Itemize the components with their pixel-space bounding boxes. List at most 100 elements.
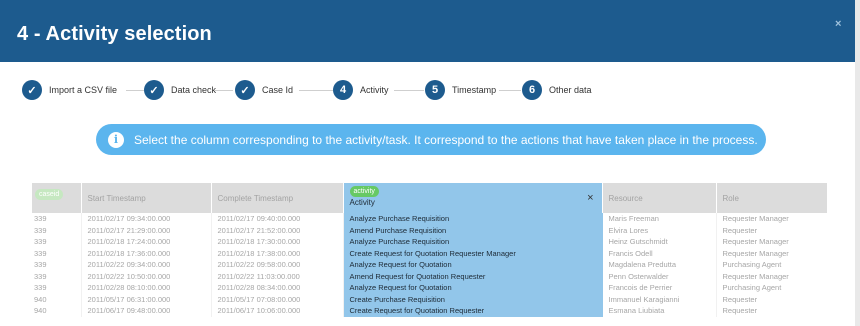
table-row: 339 2011/02/18 17:24:00.000 2011/02/18 17:… [32,236,827,248]
step-connector [299,90,333,91]
table-cell: 2011/02/22 10:50:00.000 [81,270,212,282]
activity-selection-modal: 4 - Activity selection × ✓ Import a CSV … [0,0,855,326]
close-icon[interactable]: × [835,18,841,30]
step-label: Activity [360,85,389,95]
step-case-id[interactable]: ✓ Case Id [235,80,293,100]
caseid-tag: caseid [35,189,64,200]
table-cell: 2011/06/17 09:48:00.000 [81,305,212,317]
info-icon: i [108,131,124,148]
table-cell: Analyze Request for Quotation [343,259,603,271]
table-cell: 339 [32,213,82,225]
step-timestamp[interactable]: 5 Timestamp [425,80,496,100]
table-row: 339 2011/02/17 09:34:00.000 2011/02/17 09:… [32,213,827,225]
column-header-caseid[interactable]: caseid [32,183,82,213]
step-label: Import a CSV file [49,85,118,95]
step-other-data[interactable]: 6 Other data [522,80,592,100]
remove-selection-icon[interactable]: × [587,192,593,204]
check-icon: ✓ [144,80,164,100]
column-header-activity[interactable]: activity Activity × [343,183,603,213]
table-cell: 339 [32,259,82,271]
activity-header-content: activity Activity [349,186,379,207]
table-cell: Amend Request for Quotation Requester [343,270,603,282]
table-cell: Requester Manager [716,247,827,259]
table-cell: 2011/02/18 17:24:00.000 [81,236,212,248]
activity-column-name: Activity [349,198,375,207]
table-cell: Requester Manager [716,236,827,248]
table-cell: Francis Odell [602,247,717,259]
table-cell: 2011/02/18 17:38:00.000 [211,247,344,259]
table-row: 339 2011/02/17 21:29:00.000 2011/02/17 21:… [32,224,827,236]
table-cell: 2011/02/17 09:34:00.000 [81,213,212,225]
step-data-check[interactable]: ✓ Data check [144,80,216,100]
step-activity[interactable]: 4 Activity [333,80,389,100]
table-cell: Analyze Purchase Requisition [343,236,603,248]
column-header-resource[interactable]: Resource [602,183,717,213]
table-cell: Requester [716,305,827,317]
table-row: 339 2011/02/22 10:50:00.000 2011/02/22 11:… [32,270,827,282]
table-cell: 2011/02/17 09:40:00.000 [211,213,344,225]
table-cell: 2011/02/28 08:34:00.000 [211,282,344,294]
table-cell: Create Purchase Requisition [343,293,603,305]
table-cell: 2011/02/22 11:03:00.000 [211,270,344,282]
table-cell: 339 [32,270,82,282]
table-cell: Francois de Perrier [602,282,717,294]
table-cell: 339 [32,282,82,294]
csv-preview-table: caseid Start Timestamp Complete Timestam… [32,183,827,326]
check-icon: ✓ [235,80,255,100]
step-connector [394,90,424,91]
step-label: Other data [549,85,592,95]
table-cell: 2011/05/17 06:31:00.000 [81,293,212,305]
instruction-text: Select the column corresponding to the a… [134,132,758,147]
table-cell: Purchasing Agent [716,282,827,294]
table-cell: 2011/02/22 09:58:00.000 [211,259,344,271]
column-header-complete-timestamp[interactable]: Complete Timestamp [211,183,344,213]
step-label: Case Id [262,85,294,95]
column-header-role[interactable]: Role [716,183,827,213]
table-row: 940 2011/06/17 09:48:00.000 2011/06/17 10:… [32,305,827,317]
step-number-badge: 6 [522,80,542,100]
table-cell: Create Request for Quotation Requester [343,305,603,317]
table-cell: 2011/05/17 07:08:00.000 [211,293,344,305]
step-connector [126,90,144,91]
table-cell: Elvira Lores [602,224,717,236]
wizard-stepper: ✓ Import a CSV file ✓ Data check ✓ Case … [22,80,622,100]
activity-tag: activity [349,186,379,197]
instruction-banner: i Select the column corresponding to the… [96,124,766,155]
step-connector [499,90,521,91]
table-cell: 339 [32,236,82,248]
table-cell: 940 [32,293,82,305]
table-cell: 2011/02/18 17:30:00.000 [211,236,344,248]
table-cell: 2011/06/17 10:06:00.000 [211,305,344,317]
table-cell: 2011/02/22 09:34:00.000 [81,259,212,271]
table-cell: 339 [32,224,82,236]
table-cell: Analyze Purchase Requisition [343,213,603,225]
table-cell: Analyze Request for Quotation [343,282,603,294]
step-label: Timestamp [452,85,497,95]
table-cell: 2011/02/17 21:29:00.000 [81,224,212,236]
table-cell: Immanuel Karagianni [602,293,717,305]
step-import-csv[interactable]: ✓ Import a CSV file [22,80,117,100]
table-cell: Magdalena Predutta [602,259,717,271]
step-connector [214,90,233,91]
table-row: 339 2011/02/22 09:34:00.000 2011/02/22 09:… [32,259,827,271]
table-row: 339 2011/02/18 17:36:00.000 2011/02/18 17:… [32,247,827,259]
table-cell: Esmana Liubiata [602,305,717,317]
step-number-badge: 5 [425,80,445,100]
table-cell: Requester Manager [716,270,827,282]
table-cell: 2011/02/17 21:52:00.000 [211,224,344,236]
table-cell: 940 [32,305,82,317]
table-cell: 2011/02/28 08:10:00.000 [81,282,212,294]
modal-header: 4 - Activity selection × [0,0,855,62]
table-cell: Penn Osterwalder [602,270,717,282]
table-cell: Requester [716,224,827,236]
table-cell: Heinz Gutschmidt [602,236,717,248]
column-header-start-timestamp[interactable]: Start Timestamp [81,183,212,213]
table-cell: Create Request for Quotation Requester M… [343,247,603,259]
table-row: 339 2011/02/28 08:10:00.000 2011/02/28 08:… [32,282,827,294]
step-number-badge: 4 [333,80,353,100]
table-cell: Amend Purchase Requisition [343,224,603,236]
table-cell: 339 [32,247,82,259]
table-cell: Requester Manager [716,213,827,225]
table-cell: Maris Freeman [602,213,717,225]
modal-title: 4 - Activity selection [17,23,212,45]
